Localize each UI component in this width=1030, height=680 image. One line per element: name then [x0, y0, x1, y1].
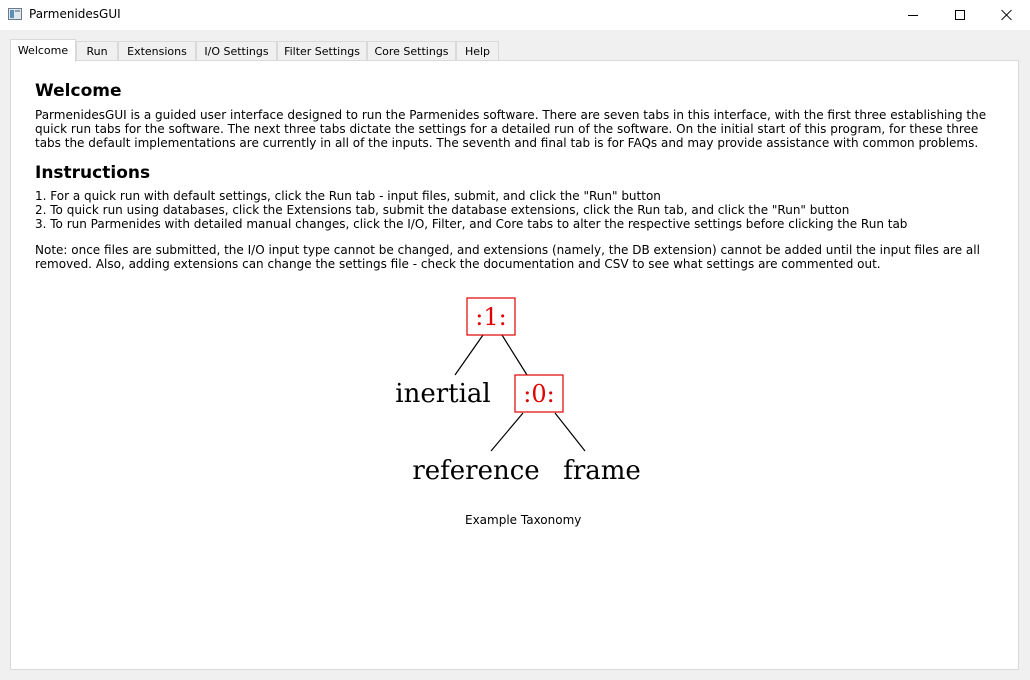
tab-welcome[interactable]: Welcome — [10, 39, 76, 62]
tab-run[interactable]: Run — [76, 41, 118, 61]
tab-core-settings[interactable]: Core Settings — [367, 41, 456, 61]
tab-extensions[interactable]: Extensions — [118, 41, 196, 61]
welcome-panel: Welcome ParmenidesGUI is a guided user i… — [10, 60, 1019, 670]
root-node-label: :1: — [475, 303, 506, 331]
instruction-step: 3. To run Parmenides with detailed manua… — [35, 217, 908, 231]
tab-help[interactable]: Help — [456, 41, 499, 61]
edge-inner-frame — [554, 412, 586, 452]
leaf-inertial: inertial — [395, 379, 490, 409]
edge-root-inner — [501, 334, 528, 376]
leaf-frame: frame — [563, 456, 641, 486]
maximize-icon — [955, 10, 965, 20]
leaf-reference: reference — [412, 456, 539, 486]
close-button[interactable] — [984, 0, 1030, 30]
instruction-step: 2. To quick run using databases, click t… — [35, 203, 850, 217]
edge-inner-reference — [490, 412, 524, 452]
minimize-button[interactable] — [890, 0, 936, 30]
close-icon — [1001, 9, 1013, 21]
app-icon — [8, 8, 22, 20]
maximize-button[interactable] — [937, 0, 983, 30]
edge-root-inertial — [454, 334, 484, 376]
welcome-heading: Welcome — [35, 81, 122, 101]
taxonomy-caption: Example Taxonomy — [465, 513, 582, 527]
instructions-heading: Instructions — [35, 163, 151, 183]
taxonomy-diagram: :1: :0: inertial reference frame — [395, 297, 641, 486]
instruction-step: 1. For a quick run with default settings… — [35, 189, 661, 203]
tab-io-settings[interactable]: I/O Settings — [196, 41, 277, 61]
intro-paragraph: ParmenidesGUI is a guided user interface… — [35, 108, 987, 150]
title-bar[interactable]: ParmenidesGUI — [0, 0, 1030, 30]
tab-filter-settings[interactable]: Filter Settings — [277, 41, 367, 61]
instruction-steps: 1. For a quick run with default settings… — [35, 189, 1005, 231]
minimize-icon — [908, 14, 918, 16]
window-title: ParmenidesGUI — [29, 7, 121, 21]
inner-node-label: :0: — [523, 380, 554, 408]
note-paragraph: Note: once files are submitted, the I/O … — [35, 243, 980, 271]
